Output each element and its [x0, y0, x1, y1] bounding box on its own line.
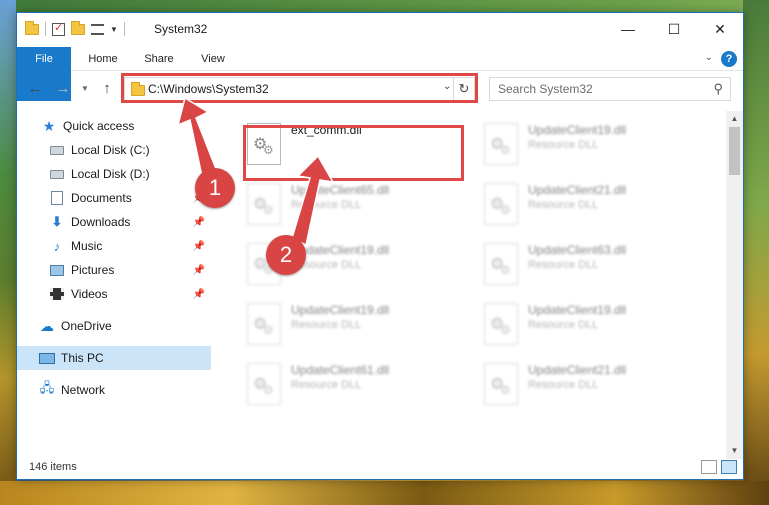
step-2-badge: 2: [266, 235, 306, 275]
step-1-badge: 1: [195, 168, 235, 208]
annotation-arrows: [176, 96, 335, 247]
arrow-to-file: [291, 154, 335, 247]
